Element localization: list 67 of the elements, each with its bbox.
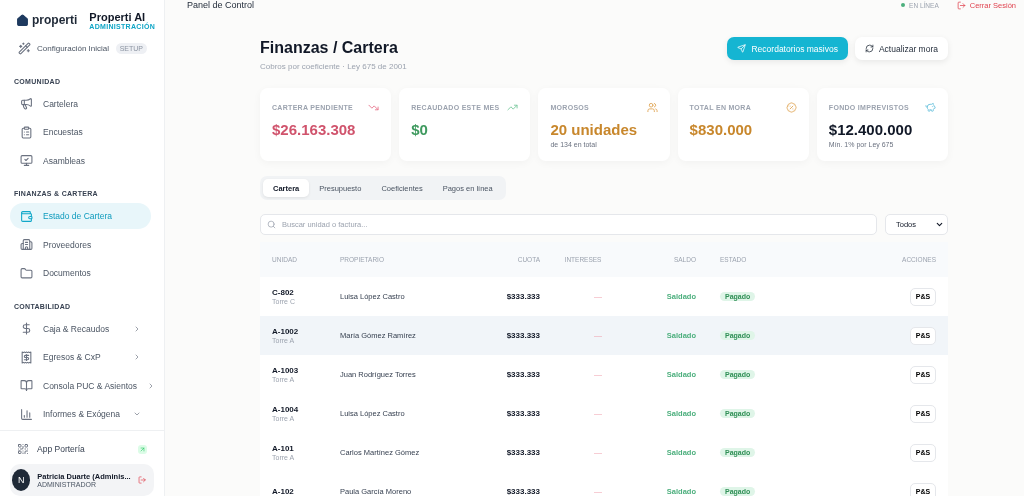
bar-chart-icon	[20, 408, 33, 421]
stat-value: 20 unidades	[550, 121, 639, 138]
interest-value: —	[593, 487, 603, 496]
fee-amount: $333.333	[505, 409, 540, 418]
interest-value: —	[593, 409, 603, 418]
stat-value: $0	[411, 121, 429, 138]
topbar-title: Panel de Control	[187, 0, 256, 10]
piggy-bank-icon	[925, 102, 936, 113]
fee-amount: $333.333	[505, 370, 540, 379]
interest-value: —	[593, 370, 603, 379]
unit-code: A-102	[272, 487, 295, 496]
clipboard-icon	[20, 125, 33, 139]
app-link[interactable]: App Portería	[10, 439, 154, 459]
sidebar-item[interactable]: Caja & Recaudos	[10, 315, 151, 342]
page-subtitle: Cobros por coeficiente · Ley 675 de 2001	[260, 62, 407, 71]
sidebar-item[interactable]: Consola PUC & Asientos	[10, 372, 151, 399]
magic-wand-icon	[18, 41, 31, 55]
book-icon	[20, 379, 33, 393]
logout-icon[interactable]	[137, 475, 146, 485]
sidebar-item[interactable]: Proveedores	[10, 231, 151, 258]
logout-icon	[956, 0, 966, 10]
search-icon	[267, 220, 276, 229]
interest-value: —	[593, 448, 603, 457]
interest-value: —	[593, 292, 603, 301]
stat-value: $26.163.308	[272, 121, 357, 138]
trend-up-icon	[507, 102, 519, 113]
page-title: Finanzas / Cartera	[260, 39, 399, 57]
fee-amount: $333.333	[505, 331, 540, 340]
unit-code: C-802	[272, 288, 295, 297]
refresh-button[interactable]: Actualizar mora	[854, 37, 948, 60]
unit-code: A-1003	[272, 366, 300, 375]
building-icon	[20, 238, 33, 252]
fee-amount: $333.333	[505, 487, 540, 496]
send-icon	[737, 44, 747, 53]
wallet-icon	[20, 209, 33, 223]
monitor-check-icon	[20, 154, 33, 168]
avatar: N	[12, 469, 31, 491]
stat-value: $12.400.000	[828, 121, 914, 138]
megaphone-icon	[20, 97, 33, 111]
chevron-right-icon	[133, 353, 141, 362]
trend-down-icon	[368, 102, 380, 113]
stat-value: $830.000	[689, 121, 754, 138]
external-link-icon	[138, 444, 147, 454]
users-icon	[646, 102, 658, 113]
sidebar-item[interactable]: Cartelera	[10, 90, 151, 117]
chevron-down-icon	[935, 220, 944, 229]
dollar-icon	[20, 322, 33, 336]
folder-icon	[20, 266, 33, 280]
qr-code-icon	[17, 443, 29, 455]
sidebar-item[interactable]: Egresos & CxP	[10, 344, 151, 371]
sidebar-item[interactable]: Informes & Exógena	[10, 401, 151, 428]
sidebar-item[interactable]: Encuestas	[10, 119, 151, 146]
sidebar-item[interactable]: Documentos	[10, 260, 151, 287]
fee-amount: $333.333	[505, 448, 540, 457]
chevron-right-icon	[133, 324, 141, 333]
fee-amount: $333.333	[505, 292, 540, 301]
unit-code: A-101	[272, 444, 295, 453]
receipt-icon	[20, 350, 33, 364]
app-title: Properti AI	[89, 10, 146, 23]
unit-code: A-1004	[272, 405, 300, 414]
refresh-icon	[864, 44, 874, 53]
logo-text: properti	[32, 13, 78, 27]
percent-badge-icon	[785, 102, 797, 113]
interest-value: —	[593, 331, 603, 340]
house-logo-icon	[16, 13, 29, 27]
sidebar-item[interactable]: Asambleas	[10, 147, 151, 174]
unit-code: A-1002	[272, 327, 300, 336]
